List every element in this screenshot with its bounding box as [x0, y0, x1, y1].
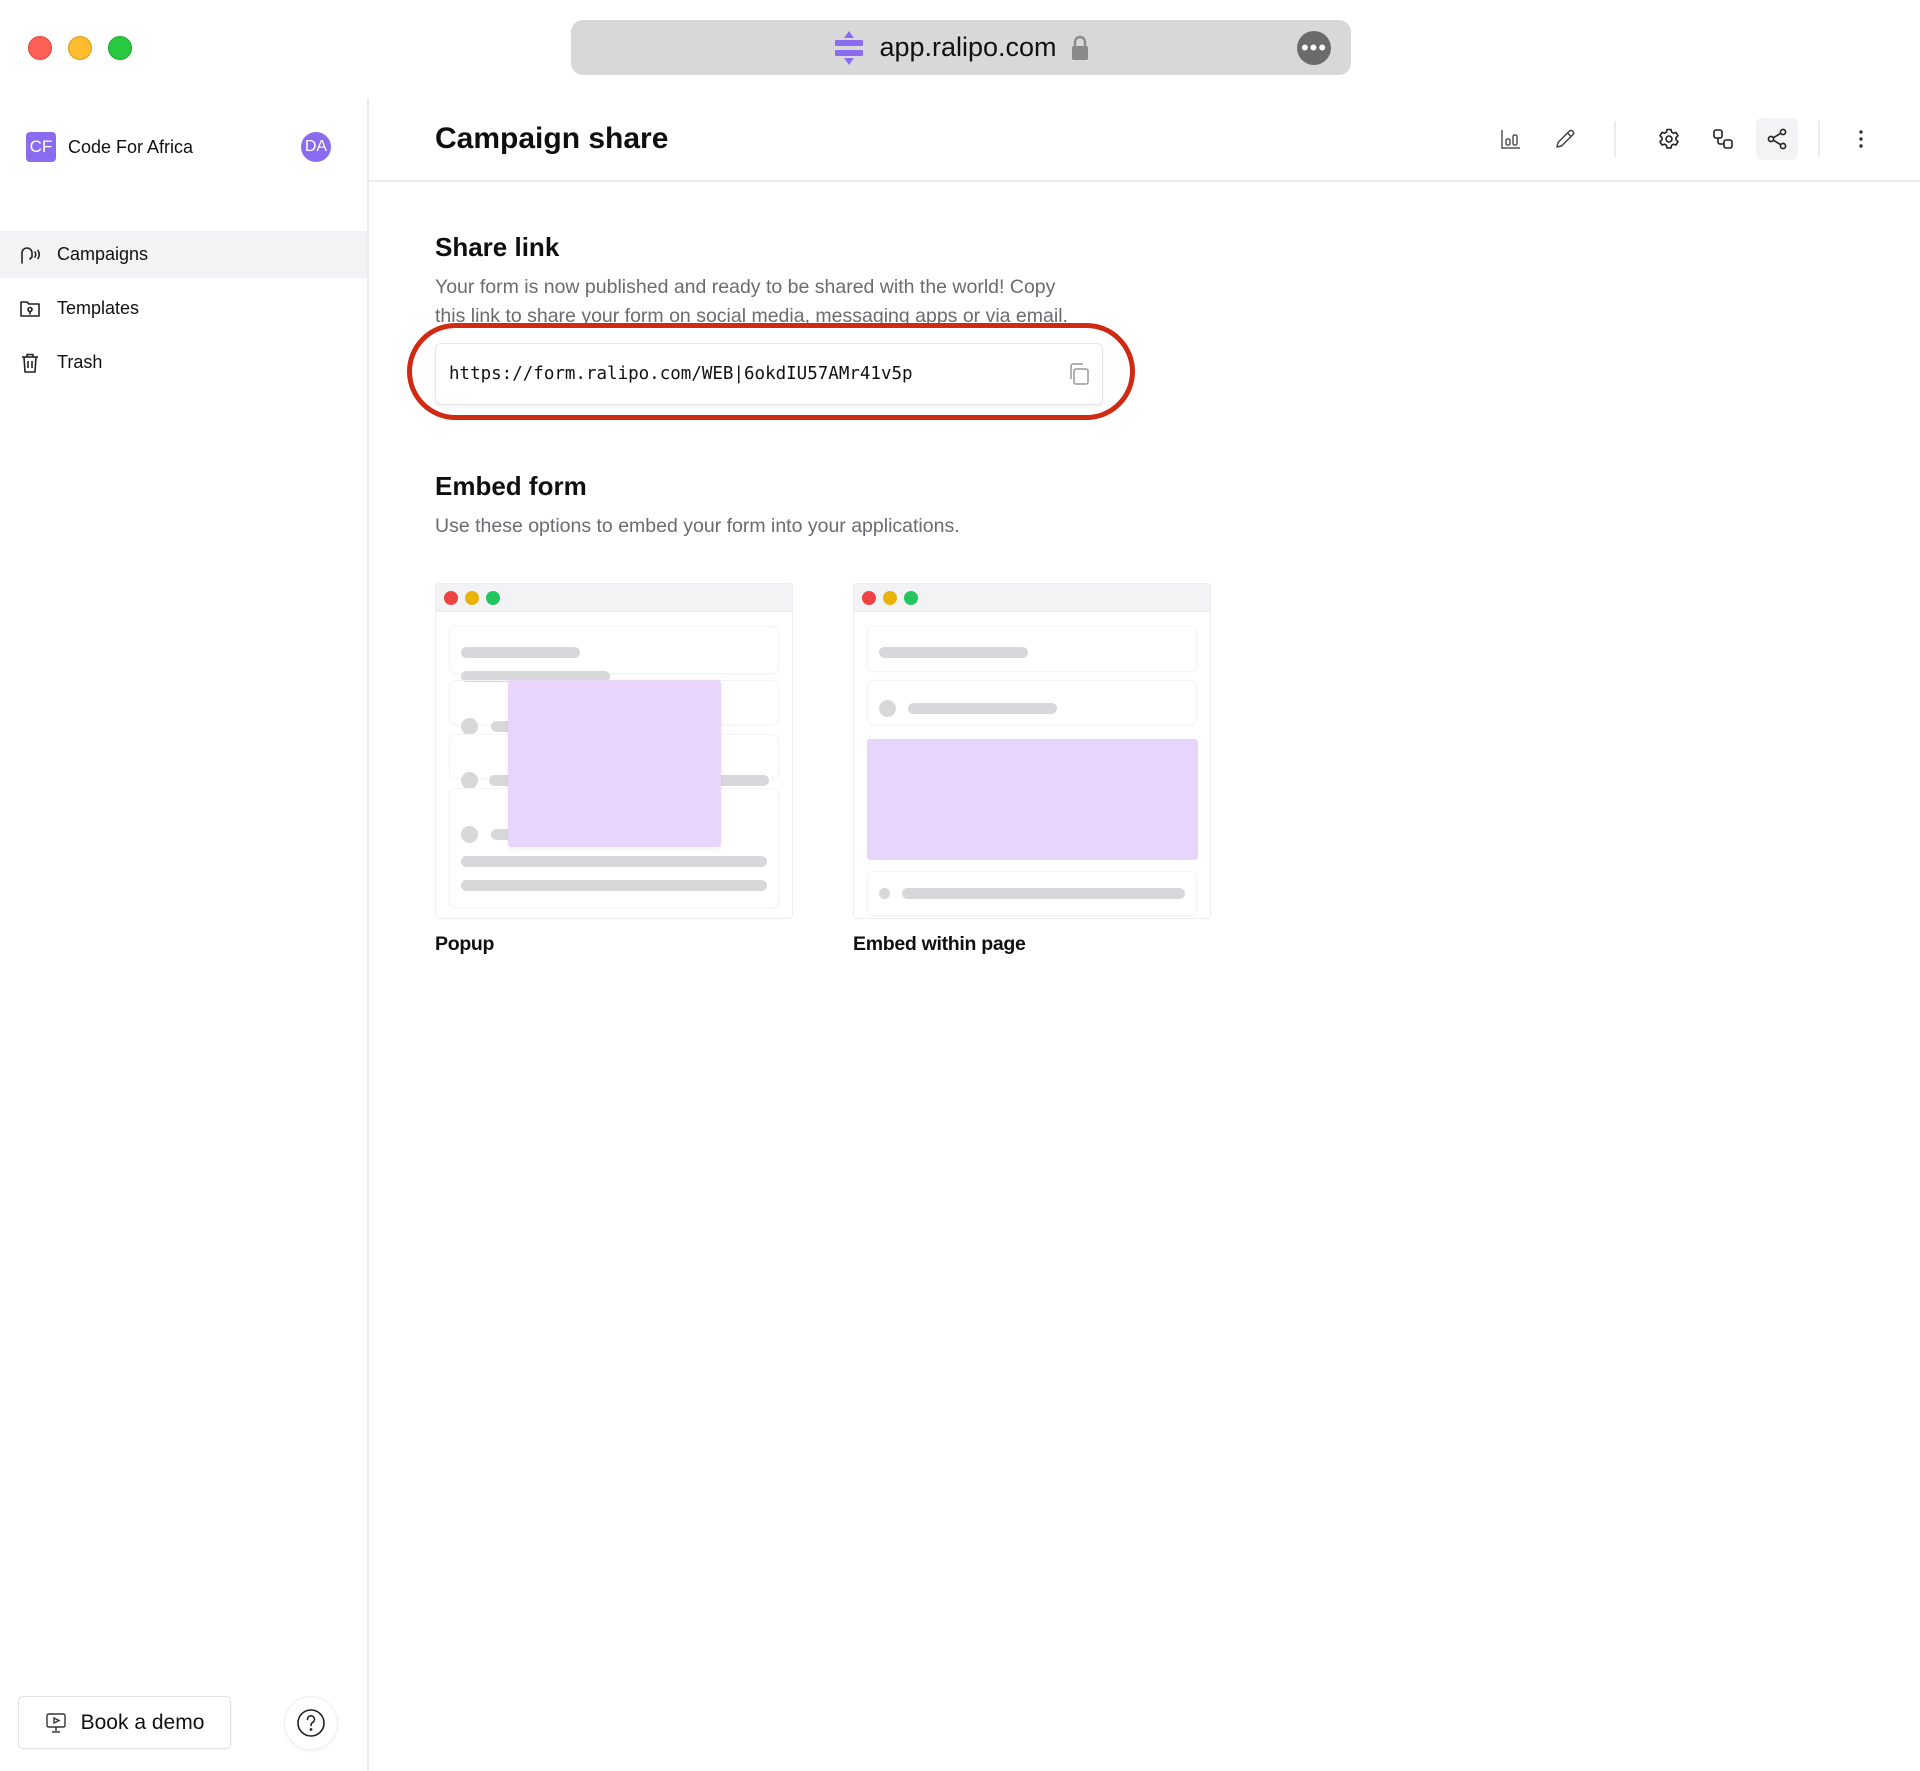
bar-chart-icon [1501, 130, 1520, 149]
sidebar-item-label: Campaigns [57, 244, 149, 264]
pencil-icon [1556, 129, 1575, 148]
header-toolbar [1478, 118, 1882, 160]
embed-option-label: Popup [435, 933, 495, 955]
lock-icon [1071, 35, 1088, 60]
monitor-play-icon [45, 1712, 66, 1733]
book-demo-button[interactable]: Book a demo [18, 1696, 231, 1749]
embed-option-popup[interactable]: Popup [435, 583, 793, 956]
maximize-window-button[interactable] [108, 36, 132, 60]
help-button[interactable] [285, 1697, 337, 1749]
share-link-field[interactable]: https://form.ralipo.com/WEB|6okdIU57AMr4… [435, 343, 1103, 405]
question-circle-icon [297, 1709, 325, 1737]
org-switcher[interactable]: CF Code For Africa [26, 132, 193, 162]
sidebar-item-templates[interactable]: Templates [0, 285, 367, 332]
share-link-title: Share link [435, 232, 560, 262]
address-bar[interactable]: app.ralipo.com ••• [571, 20, 1351, 75]
sidebar-item-trash[interactable]: Trash [0, 339, 367, 386]
trash-icon [22, 353, 38, 373]
campaign-broadcast-icon [21, 246, 41, 264]
embed-form-title: Embed form [435, 471, 587, 501]
page-title: Campaign share [435, 122, 669, 155]
more-vertical-icon [1859, 130, 1863, 148]
user-avatar[interactable]: DA [301, 132, 331, 162]
ellipsis-icon[interactable]: ••• [1297, 31, 1331, 65]
inline-preview-illustration [853, 583, 1211, 919]
page-header: Campaign share [369, 98, 1920, 182]
popup-overlay-illustration [508, 680, 721, 847]
more-options-button[interactable] [1840, 118, 1882, 160]
main-panel: Campaign share Share link Your form is n… [369, 98, 1920, 1771]
ralipo-logo-icon [835, 30, 864, 65]
preview-window-bar [854, 584, 1210, 612]
close-window-button[interactable] [28, 36, 52, 60]
gear-icon [1659, 128, 1679, 149]
sidebar-item-campaigns[interactable]: Campaigns [0, 231, 367, 278]
minimize-window-button[interactable] [68, 36, 92, 60]
toolbar-divider [1614, 121, 1616, 157]
toolbar-divider [1818, 121, 1820, 157]
share-button[interactable] [1756, 118, 1798, 160]
embed-option-label: Embed within page [853, 933, 1026, 955]
share-content: Share link Your form is now published an… [407, 232, 1235, 956]
share-link-section: Share link Your form is now published an… [407, 232, 1235, 420]
org-name: Code For Africa [68, 136, 194, 157]
embed-options: Popup Embed within page [435, 583, 1235, 956]
url-text: app.ralipo.com [879, 32, 1057, 62]
sidebar: CF Code For Africa DA Campaigns Template… [0, 98, 369, 1771]
preview-window-bar [436, 584, 792, 612]
embed-form-section: Embed form Use these options to embed yo… [435, 471, 1235, 956]
share-link-description: Your form is now published and ready to … [435, 276, 1068, 327]
integrations-button[interactable] [1702, 118, 1744, 160]
org-avatar: CF [26, 132, 56, 162]
sidebar-item-label: Trash [57, 352, 103, 372]
analytics-button[interactable] [1490, 118, 1532, 160]
window-controls [28, 36, 132, 60]
workflow-icon [1713, 129, 1733, 149]
sidebar-item-label: Templates [57, 298, 140, 318]
folder-template-icon [20, 300, 40, 317]
share-link-url[interactable]: https://form.ralipo.com/WEB|6okdIU57AMr4… [449, 364, 913, 384]
settings-button[interactable] [1648, 118, 1690, 160]
embed-form-description: Use these options to embed your form int… [435, 515, 960, 537]
embed-option-inline[interactable]: Embed within page [853, 583, 1211, 956]
sidebar-nav: Campaigns Templates Trash [0, 231, 367, 393]
copy-icon[interactable] [1066, 361, 1092, 387]
book-demo-label: Book a demo [80, 1710, 205, 1734]
popup-preview-illustration [435, 583, 793, 919]
share-link-field-wrapper: https://form.ralipo.com/WEB|6okdIU57AMr4… [407, 323, 1135, 420]
share-icon [1767, 128, 1787, 150]
inline-embed-illustration [867, 739, 1198, 860]
edit-button[interactable] [1544, 118, 1586, 160]
